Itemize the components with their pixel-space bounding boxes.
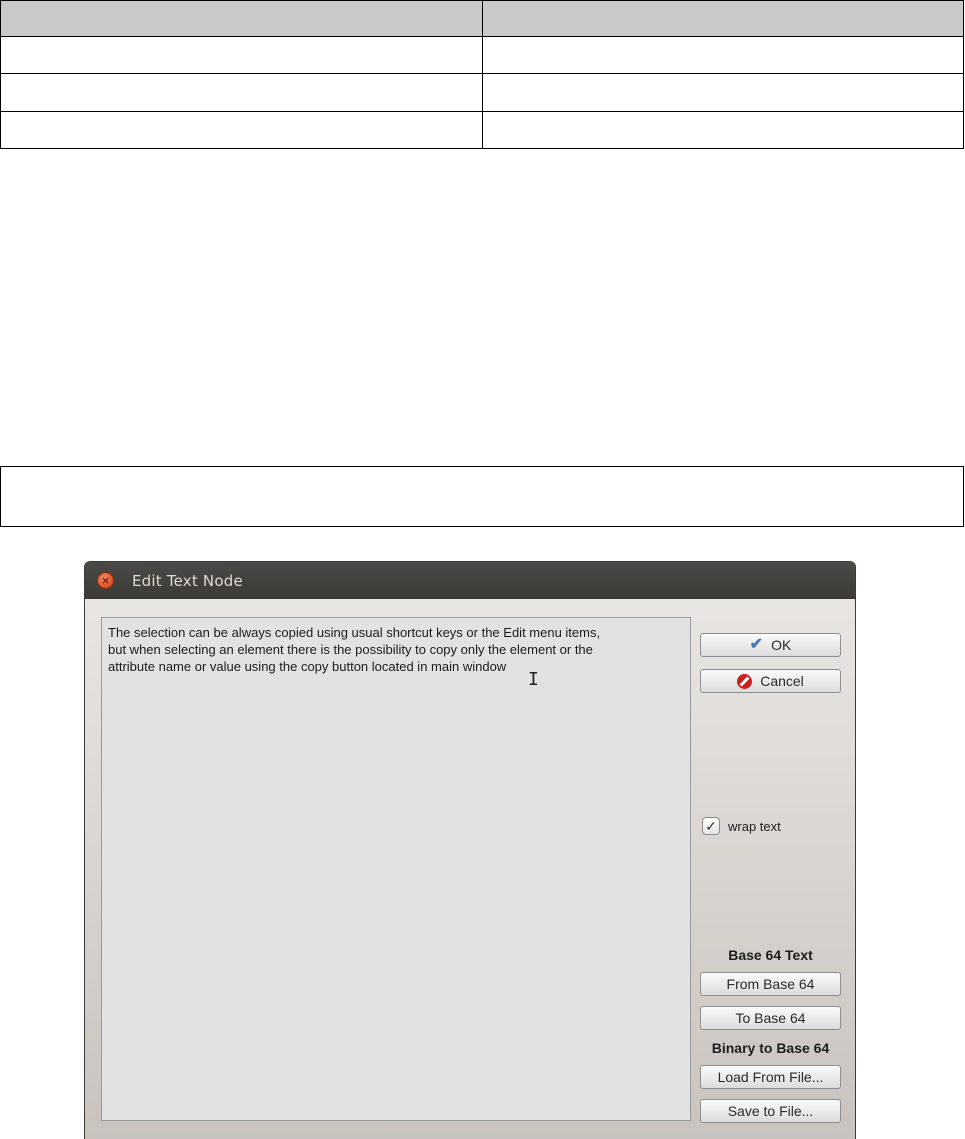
- ok-button[interactable]: ✔ OK: [700, 633, 841, 657]
- dialog-content: The selection can be always copied using…: [85, 599, 855, 1139]
- dialog-titlebar: × Edit Text Node: [85, 562, 855, 599]
- cancel-label: Cancel: [760, 673, 804, 689]
- save-label: Save to File...: [727, 1103, 814, 1119]
- table-row: [0, 110, 964, 150]
- ok-label: OK: [771, 637, 792, 653]
- wrap-text-option[interactable]: ✓ wrap text: [702, 817, 781, 835]
- table-row: [0, 73, 964, 112]
- binary-heading: Binary to Base 64: [711, 1040, 830, 1056]
- caption-box: [0, 466, 964, 527]
- to-base64-button[interactable]: To Base 64: [700, 1006, 841, 1030]
- table-cell: [481, 110, 964, 150]
- wrap-text-label: wrap text: [728, 818, 781, 834]
- wrap-text-checkbox[interactable]: ✓: [702, 817, 720, 835]
- from-base64-label: From Base 64: [726, 976, 815, 992]
- text-node-editor[interactable]: The selection can be always copied using…: [101, 617, 691, 1121]
- table-header-row: [0, 0, 964, 38]
- close-icon[interactable]: ×: [97, 572, 114, 589]
- table-cell: [0, 73, 483, 112]
- table-cell: [0, 36, 483, 75]
- table-row: [0, 36, 964, 75]
- save-to-file-button[interactable]: Save to File...: [700, 1099, 841, 1123]
- table-cell: [481, 36, 964, 75]
- table-cell: [481, 73, 964, 112]
- table-cell: [0, 110, 483, 150]
- table-header-cell: [481, 0, 964, 38]
- no-entry-icon: [737, 673, 753, 689]
- base64-heading: Base 64 Text: [728, 947, 813, 963]
- load-from-file-button[interactable]: Load From File...: [700, 1065, 841, 1089]
- to-base64-label: To Base 64: [735, 1010, 806, 1026]
- load-label: Load From File...: [717, 1069, 824, 1085]
- cancel-button[interactable]: Cancel: [700, 669, 841, 693]
- dialog-title: Edit Text Node: [132, 571, 243, 590]
- empty-table: [0, 0, 964, 150]
- checkmark-icon: ✔: [749, 636, 764, 653]
- from-base64-button[interactable]: From Base 64: [700, 972, 841, 996]
- text-cursor-icon: I: [528, 669, 539, 690]
- table-header-cell: [0, 0, 483, 38]
- edit-text-node-dialog: × Edit Text Node The selection can be al…: [84, 561, 856, 1139]
